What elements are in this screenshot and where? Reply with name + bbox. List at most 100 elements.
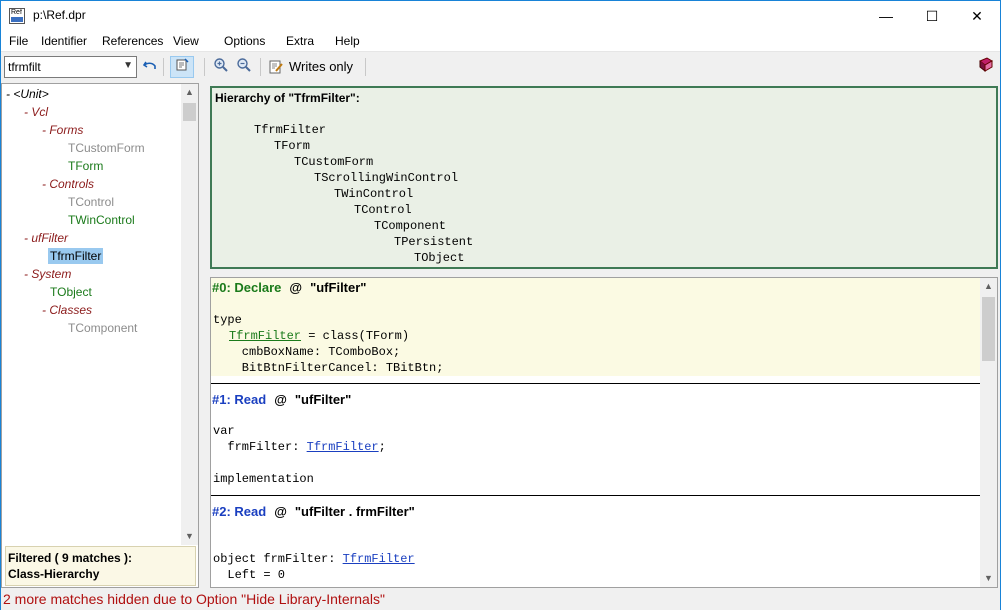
toolbar-separator xyxy=(163,58,164,76)
menu-file[interactable]: File xyxy=(9,34,28,48)
tree-node-tcontrol[interactable]: TControl xyxy=(68,194,114,210)
menu-bar: File Identifier References View Options … xyxy=(1,31,1000,52)
filter-toggle-button[interactable] xyxy=(170,56,194,78)
tree-node-unit[interactable]: - <Unit> xyxy=(6,86,49,102)
undo-icon[interactable] xyxy=(140,57,160,77)
code-line: var xyxy=(213,424,235,438)
hierarchy-item[interactable]: TObject xyxy=(414,251,464,265)
app-icon-text: Ref xyxy=(11,9,22,16)
result-at: @ xyxy=(289,280,303,295)
close-button[interactable]: ✕ xyxy=(954,1,1000,31)
minimize-button[interactable]: — xyxy=(863,1,909,31)
menu-help[interactable]: Help xyxy=(335,34,360,48)
zoom-out-icon[interactable] xyxy=(234,57,254,77)
code-line: implementation xyxy=(213,472,314,486)
code-line: type xyxy=(213,313,242,327)
result-block-read[interactable]: #1: Read @ "ufFilter" var frmFilter: TfrmF… xyxy=(211,385,980,488)
maximize-icon: ☐ xyxy=(925,8,939,24)
menu-options[interactable]: Options xyxy=(224,34,265,48)
tree-node-uffilter[interactable]: - ufFilter xyxy=(24,230,68,246)
close-icon: ✕ xyxy=(971,8,983,24)
result-block-declare[interactable]: #0: Declare @ "ufFilter" type TfrmFilter =… xyxy=(211,278,980,376)
identifier-link[interactable]: TfrmFilter xyxy=(307,440,379,454)
window-title: p:\Ref.dpr xyxy=(33,8,86,22)
menu-view[interactable]: View xyxy=(173,34,199,48)
hierarchy-item[interactable]: TComponent xyxy=(374,219,446,233)
tree-node-classes[interactable]: - Classes xyxy=(42,302,92,318)
toolbar-separator xyxy=(365,58,366,76)
tree-node-tfrmfilter[interactable]: TfrmFilter xyxy=(48,248,104,264)
hierarchy-item[interactable]: TWinControl xyxy=(334,187,413,201)
scroll-thumb[interactable] xyxy=(183,103,196,121)
result-header: #2: Read @ "ufFilter . frmFilter" xyxy=(212,504,415,519)
scroll-up-icon[interactable]: ▲ xyxy=(181,84,198,101)
result-unit: "ufFilter" xyxy=(294,392,352,407)
tree-node-tform[interactable]: TForm xyxy=(68,158,103,174)
code-line: object frmFilter: TfrmFilter xyxy=(213,552,415,566)
toolbar-separator xyxy=(204,58,205,76)
hierarchy-item[interactable]: TfrmFilter xyxy=(254,123,326,137)
hierarchy-item[interactable]: TScrollingWinControl xyxy=(314,171,458,185)
menu-identifier[interactable]: Identifier xyxy=(41,34,87,48)
book-icon[interactable] xyxy=(976,57,996,77)
result-at: @ xyxy=(274,392,287,407)
filter-info-box: Filtered ( 9 matches ): Class-Hierarchy xyxy=(5,546,196,586)
tree-node-twincontrol[interactable]: TWinControl xyxy=(68,212,135,228)
scroll-up-icon[interactable]: ▲ xyxy=(980,278,997,295)
chevron-down-icon[interactable]: ▼ xyxy=(123,60,133,71)
tree-node-tcomponent[interactable]: TComponent xyxy=(68,320,137,336)
filter-info-matches: Filtered ( 9 matches ): xyxy=(8,551,133,565)
status-message: 2 more matches hidden due to Option "Hid… xyxy=(3,591,385,607)
result-unit: "ufFilter . frmFilter" xyxy=(294,504,415,519)
code-line: Left = 0 xyxy=(213,568,286,582)
filter-info-mode: Class-Hierarchy xyxy=(8,567,100,581)
hierarchy-item[interactable]: TControl xyxy=(354,203,412,217)
toolbar: tfrmfilt ▼ Writes only xyxy=(1,53,1000,81)
tree-node-tobject[interactable]: TObject xyxy=(50,284,92,300)
search-combobox[interactable]: tfrmfilt ▼ xyxy=(4,56,137,78)
app-icon: Ref xyxy=(9,8,25,24)
tree-node-tcustomform[interactable]: TCustomForm xyxy=(68,140,145,156)
writes-only-label: Writes only xyxy=(289,59,354,74)
result-block-read[interactable]: #2: Read @ "ufFilter . frmFilter" object f… xyxy=(211,497,980,587)
hierarchy-panel: Hierarchy of "TfrmFilter": TfrmFilter TF… xyxy=(210,86,998,269)
scroll-thumb[interactable] xyxy=(982,297,995,361)
results-panel: #0: Declare @ "ufFilter" type TfrmFilter =… xyxy=(210,277,998,588)
code-line: TfrmFilter = class(TForm) xyxy=(229,329,410,343)
scroll-down-icon[interactable]: ▼ xyxy=(980,570,997,587)
hierarchy-item[interactable]: TForm xyxy=(274,139,310,153)
search-combobox-value: tfrmfilt xyxy=(8,60,41,74)
result-unit: "ufFilter" xyxy=(310,280,367,295)
status-bar: 2 more matches hidden due to Option "Hid… xyxy=(1,590,1000,610)
identifier-link[interactable]: TfrmFilter xyxy=(343,552,415,566)
result-separator xyxy=(211,495,980,496)
tree-node-system[interactable]: - System xyxy=(24,266,71,282)
menu-extra[interactable]: Extra xyxy=(286,34,314,48)
menu-references[interactable]: References xyxy=(102,34,163,48)
toolbar-separator xyxy=(260,58,261,76)
hierarchy-title: Hierarchy of "TfrmFilter": xyxy=(215,91,360,105)
hierarchy-item[interactable]: TPersistent xyxy=(394,235,473,249)
maximize-button[interactable]: ☐ xyxy=(909,1,955,31)
tree-node-vcl[interactable]: - Vcl xyxy=(24,104,48,120)
minimize-icon: — xyxy=(879,8,893,24)
result-at: @ xyxy=(274,504,287,519)
result-kind: #0: Declare xyxy=(212,280,282,295)
result-separator xyxy=(211,383,980,384)
tree-panel: - <Unit> - Vcl - Forms TCustomForm TForm… xyxy=(1,83,199,588)
title-bar: Ref p:\Ref.dpr — ☐ ✕ xyxy=(1,1,1000,31)
code-line: cmbBoxName: TComboBox; xyxy=(213,345,401,359)
code-line: frmFilter: TfrmFilter; xyxy=(213,440,386,454)
tree-node-controls[interactable]: - Controls xyxy=(42,176,94,192)
tree-scrollbar[interactable]: ▲ ▼ xyxy=(181,84,198,545)
tree-node-forms[interactable]: - Forms xyxy=(42,122,83,138)
scroll-down-icon[interactable]: ▼ xyxy=(181,528,198,545)
writes-only-button[interactable]: Writes only xyxy=(269,57,353,77)
zoom-in-icon[interactable] xyxy=(211,57,231,77)
results-scrollbar[interactable]: ▲ ▼ xyxy=(980,278,997,587)
identifier-link[interactable]: TfrmFilter xyxy=(229,329,301,343)
result-kind: #1: Read xyxy=(212,392,267,407)
app-window: Ref p:\Ref.dpr — ☐ ✕ File Identifier Ref… xyxy=(0,0,1001,610)
hierarchy-item[interactable]: TCustomForm xyxy=(294,155,373,169)
result-header: #1: Read @ "ufFilter" xyxy=(212,392,351,407)
